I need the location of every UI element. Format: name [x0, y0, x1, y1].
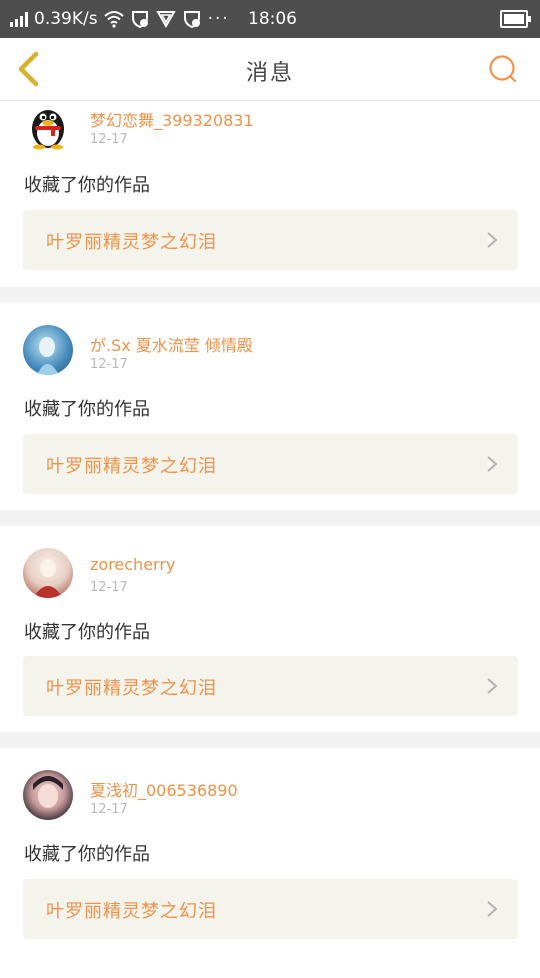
work-title: 叶罗丽精灵梦之幻泪 [46, 456, 217, 477]
page-title: 消息 [245, 61, 294, 86]
action-text: 收藏了你的作品 [24, 175, 150, 196]
more-icon: ··· [207, 9, 230, 29]
anime-girl-red-avatar[interactable] [23, 548, 73, 598]
girl-photo-avatar[interactable] [23, 770, 73, 820]
action-text: 收藏了你的作品 [24, 622, 150, 643]
action-text: 收藏了你的作品 [24, 844, 150, 865]
username[interactable]: zorecherry [90, 555, 175, 574]
header-bar: 消息 [0, 38, 540, 101]
work-link[interactable]: 叶罗丽精灵梦之幻泪 [23, 879, 518, 939]
search-icon[interactable] [488, 54, 518, 84]
divider [0, 732, 540, 748]
status-time: 18:06 [248, 9, 297, 29]
network-speed: 0.39K/s [34, 9, 98, 29]
chevron-right-icon [487, 901, 498, 917]
message-card: 夏浅初_006536890 12-17 收藏了你的作品 叶罗丽精灵梦之幻泪 [0, 748, 540, 978]
username[interactable]: 夏浅初_006536890 [90, 777, 238, 801]
chevron-right-icon [487, 232, 498, 248]
status-bar: 0.39K/s ··· 18:06 [0, 0, 540, 38]
message-date: 12-17 [90, 580, 128, 595]
message-card: が.Sx 夏水流莹 倾情殿 12-17 收藏了你的作品 叶罗丽精灵梦之幻泪 [0, 303, 540, 510]
wifi-icon [103, 11, 124, 28]
shield-icon [131, 11, 148, 28]
sync-icon [183, 11, 200, 28]
work-link[interactable]: 叶罗丽精灵梦之幻泪 [23, 434, 518, 494]
divider [0, 287, 540, 303]
battery-icon [500, 10, 531, 28]
qq-penguin-avatar[interactable] [23, 101, 73, 151]
work-link[interactable]: 叶罗丽精灵梦之幻泪 [23, 656, 518, 716]
message-date: 12-17 [90, 802, 128, 817]
anime-girl-blue-avatar[interactable] [23, 325, 73, 375]
work-title: 叶罗丽精灵梦之幻泪 [46, 901, 217, 922]
signal-icon [10, 11, 28, 27]
chevron-right-icon [487, 456, 498, 472]
message-date: 12-17 [90, 132, 128, 147]
username[interactable]: が.Sx 夏水流莹 倾情殿 [90, 332, 253, 356]
work-link[interactable]: 叶罗丽精灵梦之幻泪 [23, 210, 518, 270]
message-date: 12-17 [90, 357, 128, 372]
action-text: 收藏了你的作品 [24, 399, 150, 420]
message-list: 梦幻恋舞_399320831 12-17 收藏了你的作品 叶罗丽精灵梦之幻泪 が… [0, 101, 540, 978]
message-card: 梦幻恋舞_399320831 12-17 收藏了你的作品 叶罗丽精灵梦之幻泪 [0, 101, 540, 287]
username[interactable]: 梦幻恋舞_399320831 [90, 107, 254, 131]
chevron-right-icon [487, 678, 498, 694]
message-card: zorecherry 12-17 收藏了你的作品 叶罗丽精灵梦之幻泪 [0, 526, 540, 732]
divider [0, 510, 540, 526]
work-title: 叶罗丽精灵梦之幻泪 [46, 232, 217, 253]
work-title: 叶罗丽精灵梦之幻泪 [46, 678, 217, 699]
vpn-icon [155, 11, 176, 28]
